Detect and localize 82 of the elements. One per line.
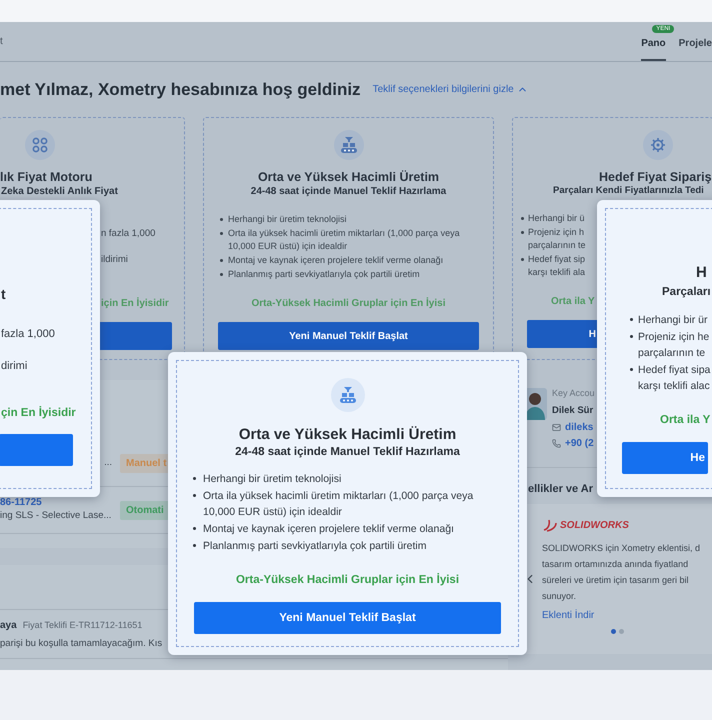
bullet-text: Montaj ve kaynak içeren projelere teklif verme olanağı [228, 254, 444, 267]
bullet-icon [193, 494, 196, 497]
bullet-text: Planlanmış parti sevkiyatlarıyla çok partili üretim [203, 538, 426, 554]
bullet-text: Hedef fiyat sip karşı teklifi ala [528, 253, 586, 280]
bullet-text: dirimi [1, 359, 28, 374]
bullet-text: Montaj ve kaynak içeren projelere teklif verme olanağı [203, 522, 454, 537]
bullet-icon [193, 476, 196, 480]
card-subtitle: Parçaları Kendi Fiyatlarınızla Tedi [553, 185, 705, 198]
bullet-icon [193, 544, 196, 547]
nav-tab[interactable]: Projele [678, 22, 712, 61]
bullet-icon [193, 526, 196, 530]
bullet-text: ildirimi [101, 254, 129, 267]
bullet-icon [220, 218, 223, 221]
best-for-text: Orta ila Y [660, 412, 712, 428]
card-title: Orta ve Yüksek Hacimli Üretim [238, 426, 456, 443]
carousel-dot[interactable] [610, 629, 616, 634]
card-subtitle: Zeka Destekli Anlık Fiyat [1, 185, 119, 198]
carousel-dot[interactable] [618, 629, 624, 634]
email-link[interactable]: dileks [565, 422, 594, 434]
best-for-text: Orta-Yüksek Hacimli Gruplar için En İyisi [252, 297, 446, 310]
bullet-icon [630, 318, 633, 321]
best-for-text: Orta-Yüksek Hacimli Gruplar için En İyisi [236, 572, 460, 588]
bullet-text: Herhangi bir üretim teknolojisi [203, 472, 342, 487]
toggle-link[interactable]: Teklif seçenekleri bilgilerini gizle [372, 84, 528, 95]
bullet-text: Projeniz için h parçalarının te [528, 226, 586, 252]
start-button[interactable]: Yeni Manuel Teklif Başlat [194, 602, 501, 634]
bullet-text: Planlanmış parti sevkiyatlarıyla çok partili üretim [228, 268, 420, 281]
role-text: Key Accou [552, 388, 595, 400]
nodes-icon [32, 137, 48, 153]
phone-link[interactable]: +90 (2 [565, 438, 594, 450]
bullet-icon [220, 259, 223, 262]
card-title: t [1, 286, 7, 302]
quote-link[interactable]: 86-11725 [0, 497, 42, 508]
best-for-text: çin En İyisidir [1, 406, 77, 421]
message-text: parişi bu koşulla tamamlayacağım. Kıs [0, 638, 164, 650]
sender-name: aya [0, 619, 17, 632]
bullet-icon [521, 258, 524, 262]
bullet-text: Projeniz için he parçalarının te [638, 330, 710, 361]
bullet-text: Hedef fiyat sipa karşı teklifi alac [638, 362, 710, 394]
gear-icon [650, 137, 666, 153]
bullet-text: fazla 1,000 [1, 327, 56, 342]
card-title: lık Fiyat Motoru [0, 170, 94, 184]
phone-icon [552, 439, 561, 448]
bullet-icon [521, 217, 524, 220]
start-button[interactable] [0, 434, 73, 466]
bullet-text: Herhangi bir ü [528, 212, 585, 226]
card-subtitle: Parçaları [662, 285, 712, 300]
card-title: Hedef Fiyat Sipariş [599, 170, 712, 184]
bullet-icon [220, 273, 223, 276]
logo-text: SOLIDWORKS [560, 520, 629, 531]
bullet-text: n fazla 1,000 [101, 228, 156, 240]
card-subtitle: 24-48 saat içinde Manuel Teklif Hazırlama [250, 185, 446, 198]
start-button[interactable]: He [622, 442, 708, 474]
bullet-text: Orta ila yüksek hacimli üretim miktarları (1,000 parça veya 10,000 EUR üstü) için idealdir [203, 488, 474, 520]
section-heading: ellikler ve Ar [528, 482, 594, 496]
bullet-icon [630, 334, 633, 338]
header-text: t [0, 36, 3, 47]
quote-reference: Fiyat Teklifi E-TR11712-11651 [22, 620, 142, 632]
card-title: Orta ve Yüksek Hacimli Üretim [258, 170, 440, 184]
manager-name: Dilek Sür [552, 404, 594, 418]
quote-description: ing SLS - Selective Lase... [0, 510, 112, 523]
integration-description: SOLIDWORKS için Xometry eklentisi, d tasarım ortamınızda anında fiyatland süreleri ve üretim için tasarım geri bil sunuyor. [542, 542, 702, 604]
best-for-text: için En İyisidir [101, 296, 170, 310]
best-for-text: Orta ila Y [551, 295, 596, 308]
bullet-text: Orta ila yüksek hacimli üretim miktarları (1,000 parça veya 10,000 EUR üstü) için idealdir [228, 227, 460, 253]
download-link[interactable]: Eklenti İndir [542, 610, 712, 622]
bullet-icon [630, 368, 633, 371]
start-button[interactable]: H [527, 320, 599, 348]
bullet-icon [521, 231, 524, 234]
card-subtitle: 24-48 saat içinde Manuel Teklif Hazırlama [235, 445, 460, 460]
bullet-text: Herhangi bir ür [638, 312, 708, 328]
conveyor-icon [338, 135, 358, 155]
quote-description: ... [104, 456, 112, 470]
card-title: H [696, 264, 708, 281]
bullet-icon [220, 232, 223, 235]
bullet-text: Herhangi bir üretim teknolojisi [228, 213, 347, 226]
logo-icon [542, 518, 558, 532]
status-tag: Otomati [120, 500, 170, 520]
welcome-title: met Yılmaz, Xometry hesabınıza hoş geldiniz [0, 80, 361, 100]
mail-icon [552, 423, 561, 432]
start-button[interactable]: Yeni Manuel Teklif Başlat [218, 322, 479, 350]
conveyor-icon [338, 385, 358, 405]
